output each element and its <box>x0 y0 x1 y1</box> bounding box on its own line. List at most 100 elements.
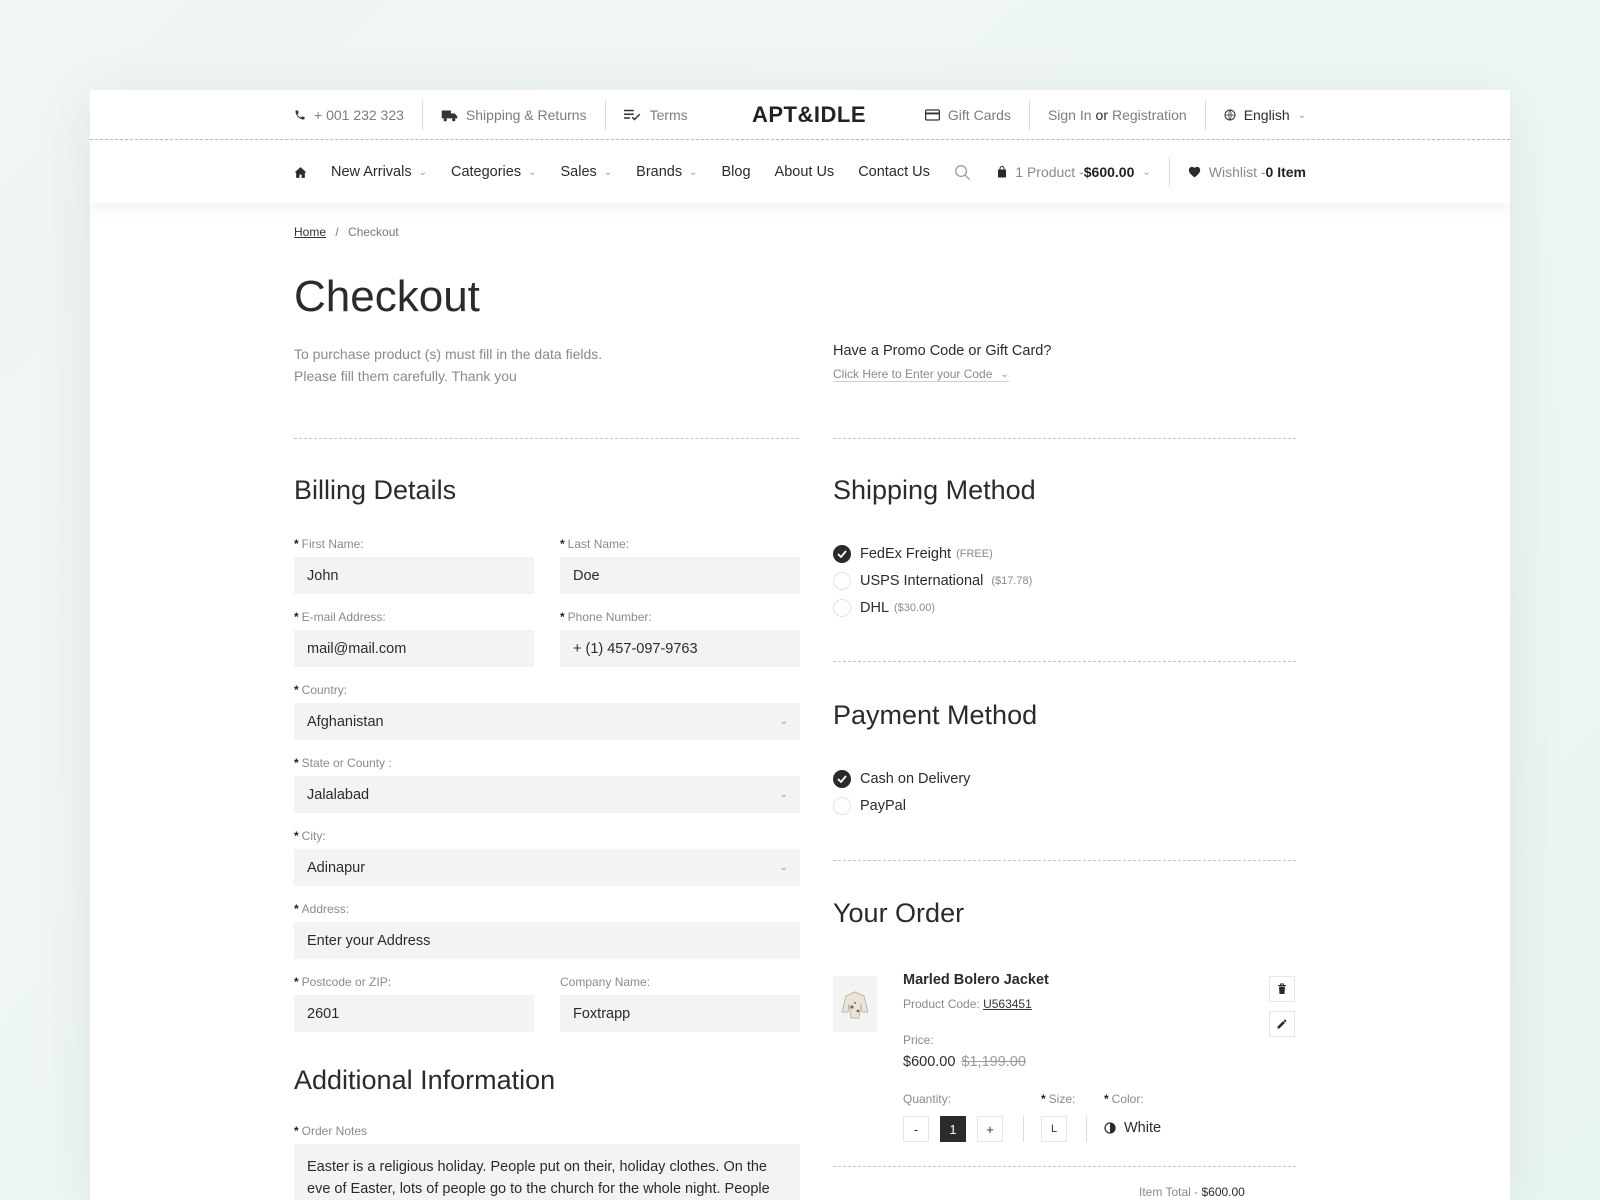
state-select[interactable]: Jalalabad ⌄ <box>294 776 800 813</box>
chevron-down-icon: ⌄ <box>779 716 788 727</box>
phone-field: * Phone Number: + (1) 457-097-9763 <box>560 610 800 667</box>
product-code: Product Code: U563451 <box>903 997 1032 1011</box>
field-label: * First Name: <box>294 537 364 551</box>
edit-item-button[interactable] <box>1269 1011 1295 1037</box>
first-name-field: * First Name: John <box>294 537 534 594</box>
breadcrumb: Home / Checkout <box>294 225 399 239</box>
divider <box>833 661 1296 662</box>
intro-text: To purchase product (s) must fill in the… <box>294 343 694 387</box>
contrast-icon <box>1104 1122 1116 1134</box>
breadcrumb-separator: / <box>335 225 339 239</box>
product-name[interactable]: Marled Bolero Jacket <box>903 972 1049 988</box>
city-field: * City: Adinapur ⌄ <box>294 829 800 886</box>
price-label: Price: <box>903 1033 934 1047</box>
pencil-icon <box>1277 1019 1287 1029</box>
divider <box>294 438 799 439</box>
address-input[interactable]: Enter your Address <box>294 922 800 959</box>
email-input[interactable]: mail@mail.com <box>294 630 534 667</box>
additional-info-title: Additional Information <box>294 1065 556 1095</box>
promo-code-toggle[interactable]: Click Here to Enter your Code ⌄ <box>833 367 1009 382</box>
code-link[interactable]: U563451 <box>983 997 1032 1011</box>
company-field: Company Name: Foxtrapp <box>560 975 800 1032</box>
company-input[interactable]: Foxtrapp <box>560 995 800 1032</box>
email-field: * E-mail Address: mail@mail.com <box>294 610 534 667</box>
option-label: DHL <box>860 600 890 616</box>
field-label: * Phone Number: <box>560 610 652 624</box>
your-order-title: Your Order <box>833 898 965 928</box>
divider <box>1023 1116 1024 1142</box>
option-label: FedEx Freight <box>860 546 952 562</box>
promo-title: Have a Promo Code or Gift Card? <box>833 343 1052 359</box>
radio-unchecked[interactable] <box>833 599 851 617</box>
label-text: Postcode or ZIP: <box>301 975 392 989</box>
size-selector[interactable]: L <box>1041 1116 1067 1142</box>
label-text: Last Name: <box>567 537 630 551</box>
postcode-input[interactable]: 2601 <box>294 995 534 1032</box>
check-icon <box>837 775 847 783</box>
radio-checked[interactable] <box>833 770 851 788</box>
label-text: Address: <box>301 902 350 916</box>
old-price: $1,199.00 <box>961 1054 1026 1070</box>
last-name-field: * Last Name: Doe <box>560 537 800 594</box>
field-label: * Last Name: <box>560 537 630 551</box>
field-label: * Postcode or ZIP: <box>294 975 392 989</box>
shipping-option-usps[interactable]: USPS International ($17.78) <box>833 572 1032 590</box>
promo-link-text: Click Here to Enter your Code <box>833 367 993 381</box>
quantity-increase-button[interactable]: + <box>977 1116 1003 1142</box>
order-notes-textarea[interactable]: Easter is a religious holiday. People pu… <box>294 1144 800 1200</box>
item-total-value: $600.00 <box>1201 1185 1245 1199</box>
last-name-input[interactable]: Doe <box>560 557 800 594</box>
radio-unchecked[interactable] <box>833 572 851 590</box>
select-value: Afghanistan <box>307 713 384 730</box>
label-text: Order Notes <box>301 1124 368 1138</box>
billing-title: Billing Details <box>294 475 457 505</box>
select-value: Adinapur <box>307 859 366 876</box>
shipping-option-dhl[interactable]: DHL ($30.00) <box>833 599 935 617</box>
divider <box>833 1166 1296 1167</box>
payment-option-paypal[interactable]: PayPal <box>833 797 906 815</box>
divider <box>833 438 1296 439</box>
option-label: USPS International <box>860 573 984 589</box>
field-label: * State or County : <box>294 756 392 770</box>
field-label: Company Name: <box>560 975 800 989</box>
color-selector[interactable]: White <box>1104 1120 1161 1136</box>
shipping-method-title: Shipping Method <box>833 475 1036 505</box>
payment-method-title: Payment Method <box>833 700 1038 730</box>
label-text: First Name: <box>301 537 364 551</box>
code-label: Product Code: <box>903 997 980 1011</box>
phone-input[interactable]: + (1) 457-097-9763 <box>560 630 800 667</box>
state-field: * State or County : Jalalabad ⌄ <box>294 756 800 813</box>
payment-option-cod[interactable]: Cash on Delivery <box>833 770 970 788</box>
order-notes-field: * Order Notes Easter is a religious holid… <box>294 1124 800 1200</box>
radio-unchecked[interactable] <box>833 797 851 815</box>
chevron-down-icon: ⌄ <box>779 789 788 800</box>
divider <box>1086 1116 1087 1142</box>
page-title: Checkout <box>294 272 480 321</box>
label-text: Country: <box>301 683 348 697</box>
delete-item-button[interactable] <box>1269 976 1295 1002</box>
label-text: Color: <box>1111 1092 1144 1106</box>
shipping-option-fedex[interactable]: FedEx Freight (FREE) <box>833 545 993 563</box>
product-price: $600.00 $1,199.00 <box>903 1054 1026 1070</box>
select-value: Jalalabad <box>307 786 370 803</box>
radio-checked[interactable] <box>833 545 851 563</box>
intro-line: To purchase product (s) must fill in the… <box>294 346 603 362</box>
option-label: PayPal <box>860 798 906 814</box>
country-select[interactable]: Afghanistan ⌄ <box>294 703 800 740</box>
quantity-decrease-button[interactable]: - <box>903 1116 929 1142</box>
checkout-content: Home / Checkout Checkout To purchase pro… <box>294 90 1306 1200</box>
trash-icon <box>1278 983 1286 994</box>
option-label: Cash on Delivery <box>860 771 971 787</box>
size-label: * Size: <box>1041 1092 1076 1106</box>
field-label: * City: <box>294 829 326 843</box>
first-name-input[interactable]: John <box>294 557 534 594</box>
quantity-value[interactable]: 1 <box>940 1116 966 1142</box>
city-select[interactable]: Adinapur ⌄ <box>294 849 800 886</box>
option-price: ($30.00) <box>894 602 935 614</box>
label-text: Phone Number: <box>567 610 652 624</box>
color-value: White <box>1124 1120 1162 1136</box>
item-total-label: Item Total - <box>1139 1185 1202 1199</box>
product-thumbnail[interactable] <box>833 976 877 1032</box>
breadcrumb-home[interactable]: Home <box>294 225 326 239</box>
current-price: $600.00 <box>903 1054 956 1070</box>
